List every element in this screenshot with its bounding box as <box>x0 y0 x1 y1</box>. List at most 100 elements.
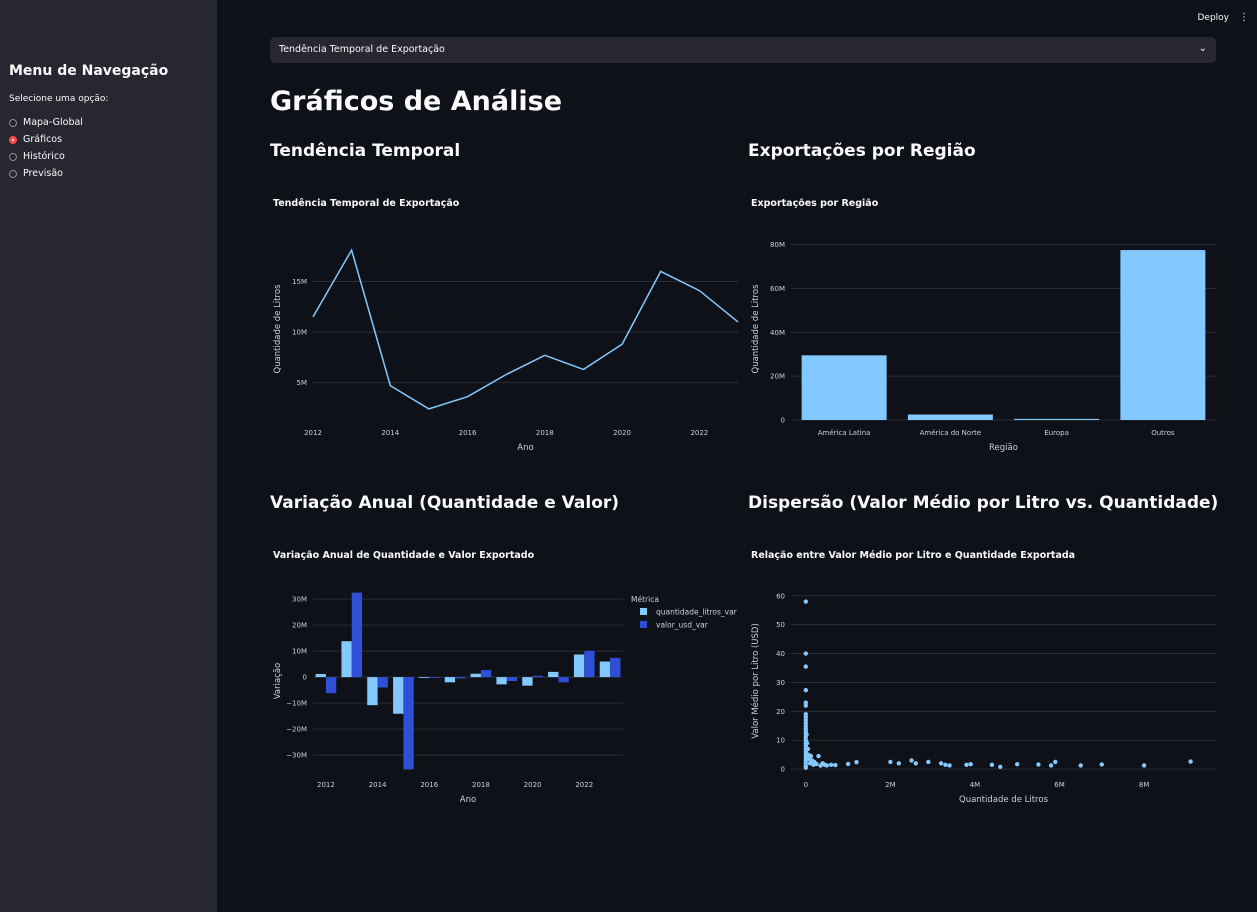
variation-bar-quantidade_litros_var <box>444 677 456 683</box>
y-tick-label: 20M <box>770 373 785 381</box>
x-axis-label: Ano <box>517 443 533 453</box>
legend-title: Métrica <box>631 595 659 604</box>
radio-option-mapa-global[interactable]: Mapa-Global <box>9 114 83 131</box>
variation-bar-valor_usd_var <box>377 677 388 688</box>
x-tick-label: 2020 <box>613 429 631 437</box>
x-tick-label: 2014 <box>381 429 399 437</box>
y-tick-label: 10M <box>292 648 307 656</box>
scatter-point <box>909 758 914 763</box>
chart-title: Tendência Temporal de Exportação <box>273 198 460 209</box>
radio-circle-icon <box>9 152 17 161</box>
variation-bar-quantidade_litros_var <box>393 677 404 714</box>
variation-bar-valor_usd_var <box>325 677 337 694</box>
radio-circle-icon <box>9 169 17 178</box>
x-tick-label: 2018 <box>536 429 554 437</box>
scatter-point <box>803 765 808 770</box>
y-tick-label: 0 <box>781 766 785 774</box>
y-axis-label: Quantidade de Litros <box>273 284 283 374</box>
legend-swatch <box>640 621 647 628</box>
region-bar <box>801 355 887 420</box>
trend-series-line <box>312 248 739 410</box>
x-tick-label: 2012 <box>317 781 335 789</box>
y-tick-label: 30M <box>292 596 307 604</box>
variation-bar-valor_usd_var <box>351 592 363 678</box>
scatter-point <box>804 740 810 746</box>
x-axis-label: Quantidade de Litros <box>959 795 1049 805</box>
scatter-point <box>805 746 811 752</box>
scatter-point <box>816 753 821 759</box>
scatter-point <box>964 762 969 767</box>
scatter-point <box>1015 762 1020 767</box>
x-axis-label: Região <box>989 443 1018 453</box>
radio-option-historico[interactable]: Histórico <box>9 148 83 165</box>
y-tick-label: 40 <box>776 650 785 658</box>
y-tick-label: −10M <box>286 700 307 708</box>
scatter-point <box>998 764 1003 769</box>
scatter-point <box>1188 759 1193 764</box>
scatter-point <box>1099 762 1104 767</box>
scatter-point <box>1053 759 1058 765</box>
chart-selectbox[interactable]: Tendência Temporal de Exportação ⌄ <box>270 37 1216 63</box>
scatter-point <box>803 688 808 693</box>
y-tick-label: 10 <box>776 737 785 745</box>
chevron-down-icon: ⌄ <box>1198 43 1207 54</box>
scatter-point <box>888 759 893 765</box>
x-tick-label: 4M <box>970 781 981 789</box>
scatter-point <box>845 761 851 767</box>
variation-bar-valor_usd_var <box>403 677 414 770</box>
radio-option-previsao[interactable]: Previsão <box>9 165 83 182</box>
trend-line-chart: Tendência Temporal de Exportação 5M 10M 15M… <box>273 198 739 453</box>
x-tick-label: 2018 <box>472 781 490 789</box>
scatter-point <box>938 761 944 766</box>
legend-swatch <box>640 608 647 615</box>
section-title-scatter: Dispersão (Valor Médio por Litro vs. Qua… <box>748 493 1219 513</box>
scatter-point <box>824 763 830 768</box>
deploy-button[interactable]: Deploy <box>1197 13 1229 23</box>
y-tick-label: 20 <box>776 708 785 716</box>
x-tick-label: 0 <box>804 781 808 789</box>
variation-bar-valor_usd_var <box>558 677 569 683</box>
variation-bar-quantidade_litros_var <box>367 677 378 706</box>
variation-bar-quantidade_litros_var <box>573 654 585 678</box>
scatter-point <box>968 762 973 767</box>
sidebar-title: Menu de Navegação <box>9 63 169 79</box>
kebab-menu-icon[interactable]: ⋮ <box>1239 12 1249 23</box>
y-tick-label: 15M <box>292 278 307 286</box>
radio-selected-icon <box>9 135 17 144</box>
y-tick-label: −30M <box>286 752 307 760</box>
x-tick-label: 2022 <box>575 781 593 789</box>
y-tick-label: 60M <box>770 285 785 293</box>
y-tick-label: 30 <box>776 679 785 687</box>
x-tick-label: América Latina <box>818 429 871 437</box>
y-tick-label: 80M <box>770 241 785 249</box>
radio-option-label: Previsão <box>23 168 63 179</box>
chart-title: Exportações por Região <box>751 198 879 209</box>
scatter-point <box>803 664 808 669</box>
chart-title: Variação Anual de Quantidade e Valor Exp… <box>273 550 535 561</box>
scatter-point <box>804 732 809 737</box>
variation-bar-valor_usd_var <box>584 650 595 678</box>
scatter-point <box>808 753 814 759</box>
sidebar-subtitle: Selecione uma opção: <box>9 94 109 104</box>
radio-option-graficos[interactable]: Gráficos <box>9 131 83 148</box>
scatter-point <box>1141 763 1147 768</box>
scatter-point <box>896 761 901 766</box>
x-tick-label: 2M <box>885 781 896 789</box>
scatter-point <box>926 759 931 765</box>
x-tick-label: América do Norte <box>920 429 982 437</box>
region-bar <box>1014 418 1100 420</box>
scatter-point <box>814 761 819 767</box>
x-tick-label: Outros <box>1151 429 1175 437</box>
radio-option-label: Gráficos <box>23 134 63 145</box>
scatter-chart: Relação entre Valor Médio por Litro e Qu… <box>750 550 1216 805</box>
variation-bar-valor_usd_var <box>480 670 492 678</box>
y-axis-label: Quantidade de Litros <box>751 284 761 374</box>
x-tick-label: 2016 <box>420 781 438 789</box>
scatter-point <box>913 761 918 766</box>
y-tick-label: 5M <box>297 379 308 387</box>
scatter-point <box>947 763 952 768</box>
scatter-point <box>854 760 859 765</box>
scatter-point <box>1036 762 1041 767</box>
page-title: Gráficos de Análise <box>270 86 563 117</box>
x-tick-label: Europa <box>1044 429 1069 437</box>
